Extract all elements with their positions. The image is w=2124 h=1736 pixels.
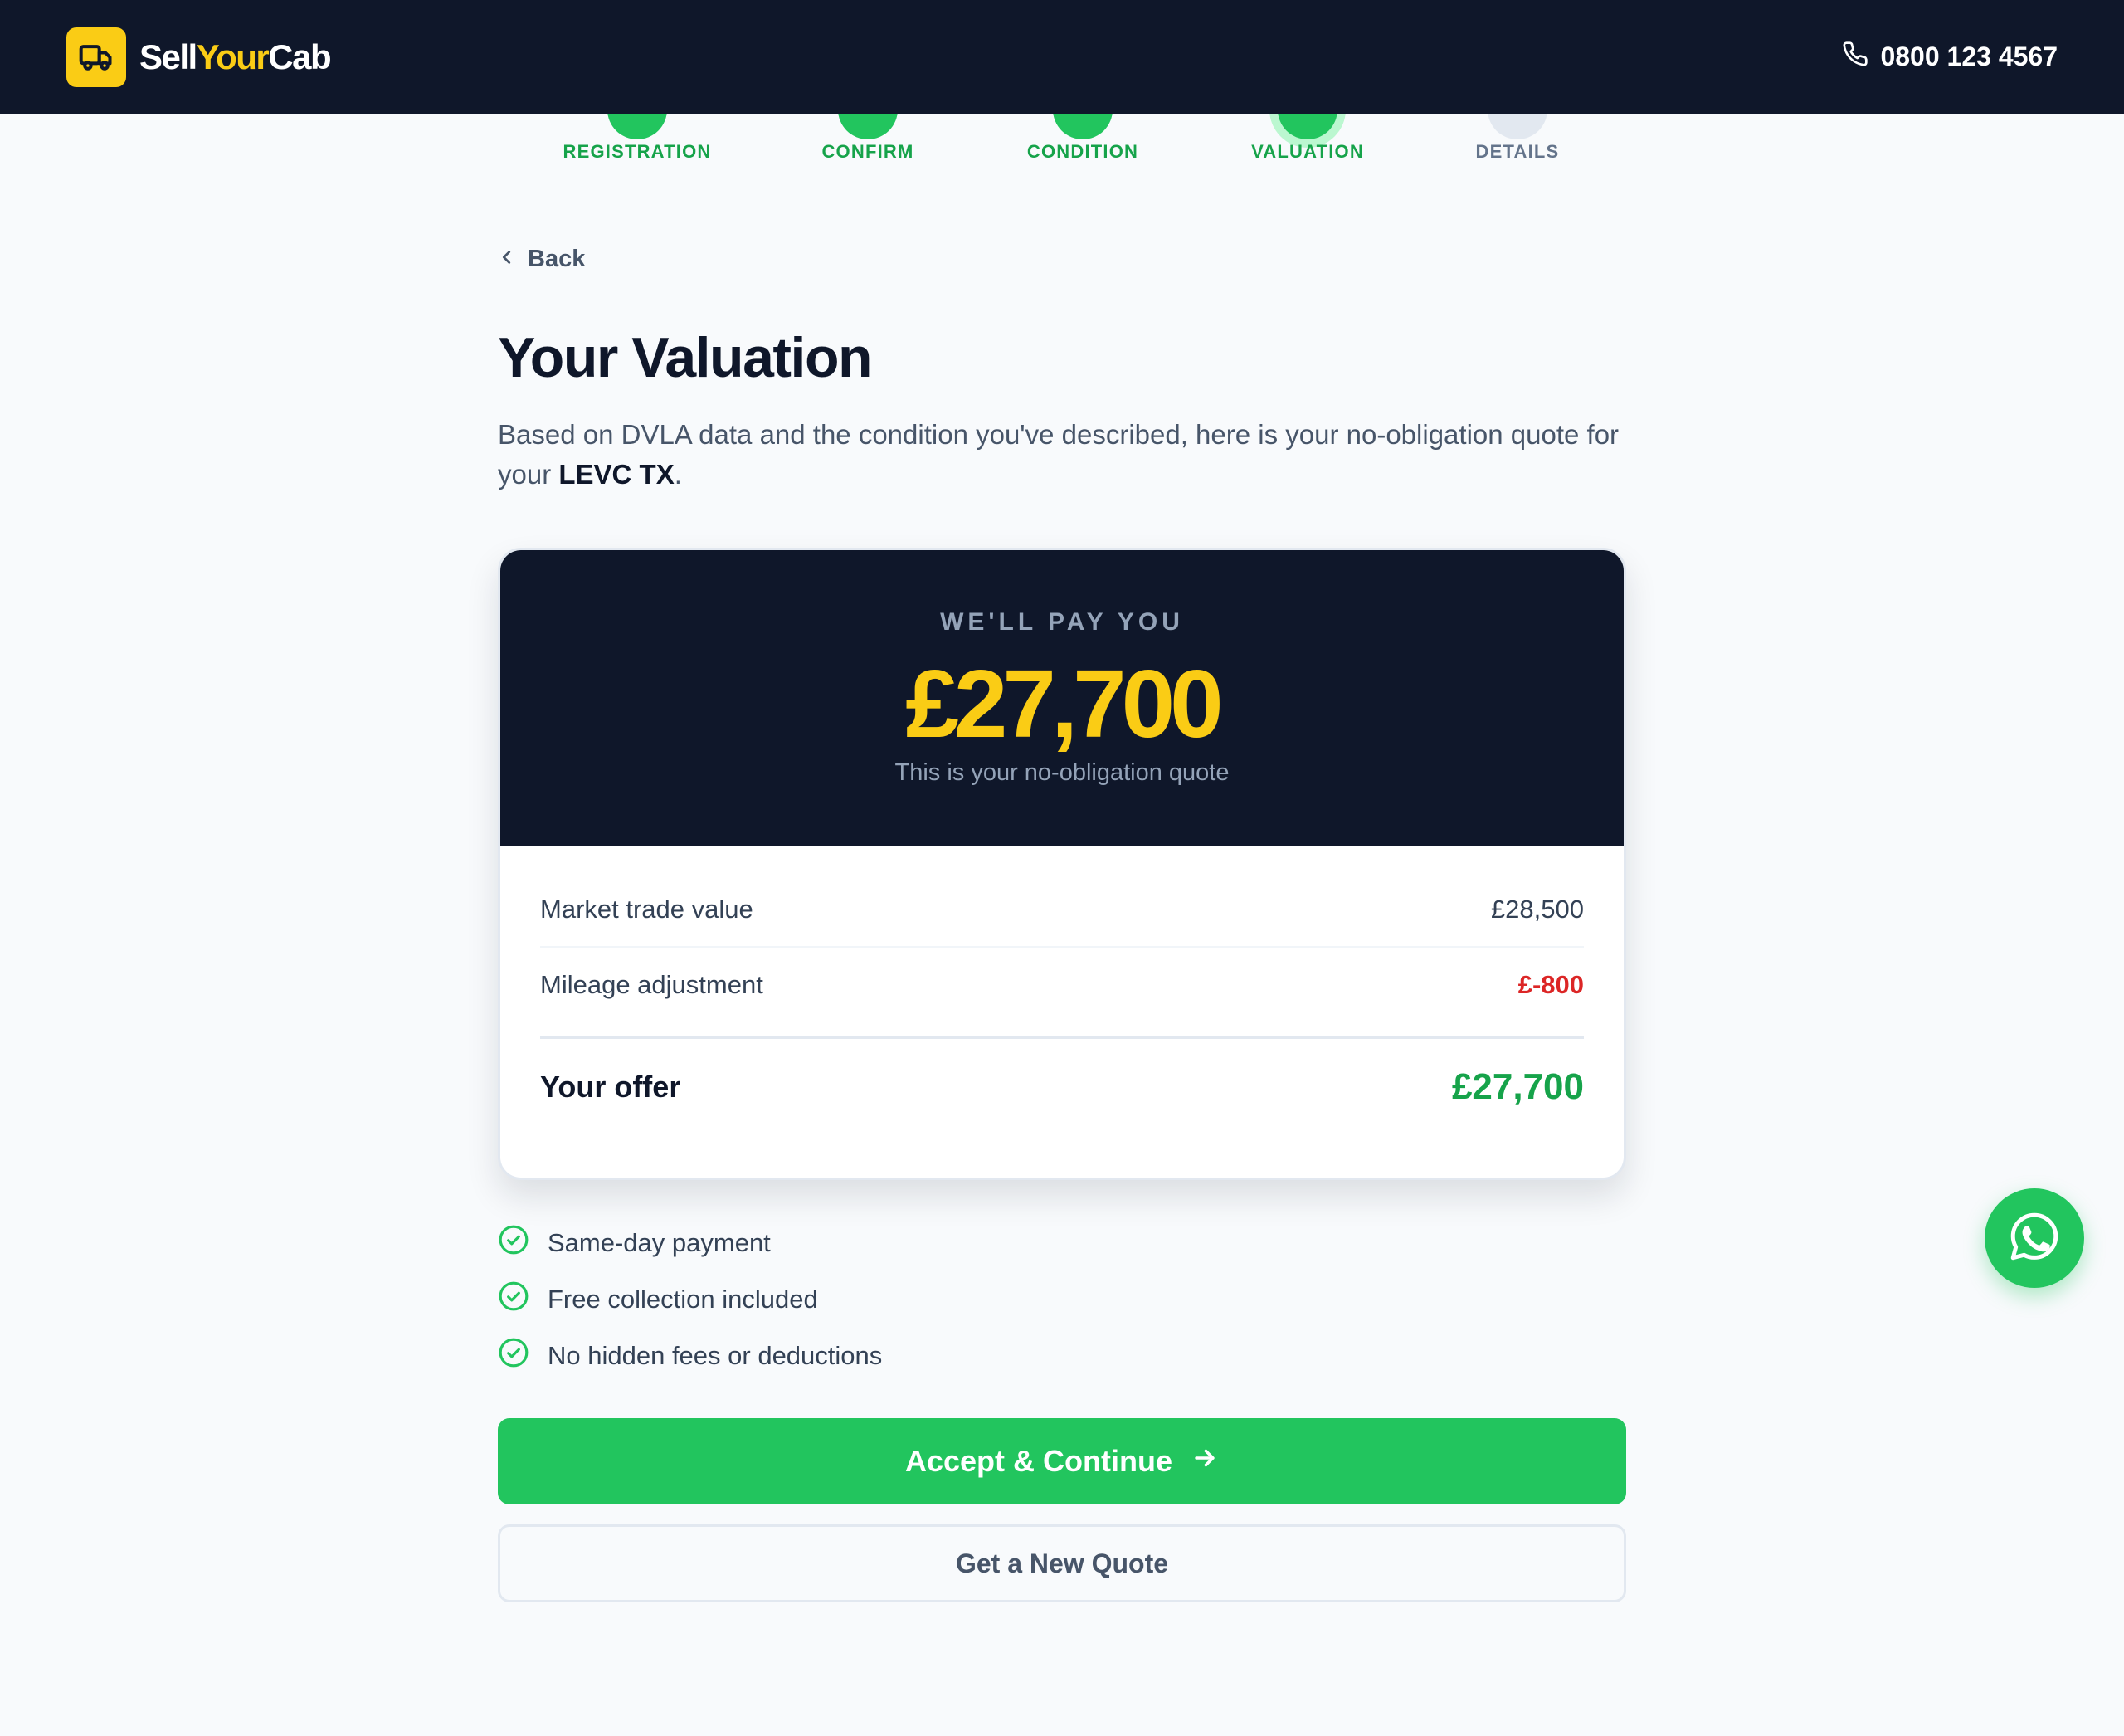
breakdown-row-total: Your offer £27,700 bbox=[540, 1050, 1584, 1124]
breakdown-value: £28,500 bbox=[1490, 895, 1584, 924]
brand-name: SellYourCab bbox=[139, 37, 332, 77]
breakdown-row-mileage: Mileage adjustment £-800 bbox=[540, 948, 1584, 1022]
breakdown-label: Mileage adjustment bbox=[540, 970, 763, 999]
step-label: DETAILS bbox=[1475, 141, 1560, 162]
phone-link[interactable]: 0800 123 4567 bbox=[1842, 41, 2058, 74]
breakdown-value-negative: £-800 bbox=[1517, 970, 1584, 999]
whatsapp-button[interactable] bbox=[1985, 1188, 2084, 1288]
offer-banner: WE'LL PAY YOU £27,700 This is your no-ob… bbox=[500, 550, 1624, 846]
step-label: CONFIRM bbox=[821, 141, 914, 162]
truck-icon bbox=[66, 27, 126, 87]
phone-icon bbox=[1842, 41, 1868, 74]
intro-end: . bbox=[674, 459, 682, 490]
benefit-label: No hidden fees or deductions bbox=[548, 1341, 883, 1370]
pay-label: WE'LL PAY YOU bbox=[940, 608, 1184, 636]
total-value: £27,700 bbox=[1451, 1066, 1584, 1107]
check-circle-icon bbox=[498, 1224, 529, 1262]
brand-name-cab: Cab bbox=[268, 37, 331, 76]
total-label: Your offer bbox=[540, 1070, 681, 1104]
step-label: CONDITION bbox=[1026, 141, 1139, 162]
new-quote-button[interactable]: Get a New Quote bbox=[498, 1524, 1626, 1602]
benefit-label: Free collection included bbox=[548, 1285, 818, 1314]
check-circle-icon bbox=[498, 1337, 529, 1375]
benefit-label: Same-day payment bbox=[548, 1228, 771, 1257]
new-quote-label: Get a New Quote bbox=[955, 1548, 1169, 1578]
intro-text: Based on DVLA data and the condition you… bbox=[498, 415, 1626, 495]
step-label: REGISTRATION bbox=[563, 141, 712, 162]
breakdown-row-market: Market trade value £28,500 bbox=[540, 873, 1584, 948]
offer-subtitle: This is your no-obligation quote bbox=[894, 759, 1230, 786]
breakdown-label: Market trade value bbox=[540, 895, 753, 924]
whatsapp-icon bbox=[2007, 1209, 2062, 1268]
page-title: Your Valuation bbox=[498, 326, 873, 389]
list-item: Free collection included bbox=[498, 1271, 882, 1328]
accept-continue-button[interactable]: Accept & Continue bbox=[498, 1418, 1626, 1504]
list-item: No hidden fees or deductions bbox=[498, 1328, 882, 1384]
offer-amount: £27,700 bbox=[905, 650, 1223, 758]
back-button[interactable]: Back bbox=[498, 246, 585, 273]
vehicle-name: LEVC TX bbox=[558, 459, 675, 490]
check-circle-icon bbox=[498, 1280, 529, 1319]
brand-logo-link[interactable]: SellYourCab bbox=[66, 27, 332, 87]
benefits-list: Same-day payment Free collection include… bbox=[498, 1215, 882, 1384]
valuation-card: WE'LL PAY YOU £27,700 This is your no-ob… bbox=[498, 548, 1626, 1180]
chevron-left-icon bbox=[498, 246, 516, 273]
back-label: Back bbox=[528, 246, 586, 272]
site-header: SellYourCab 0800 123 4567 bbox=[0, 0, 2124, 114]
accept-label: Accept & Continue bbox=[904, 1444, 1172, 1478]
list-item: Same-day payment bbox=[498, 1215, 882, 1271]
arrow-right-icon bbox=[1191, 1444, 1219, 1480]
brand-name-your: Your bbox=[196, 37, 270, 76]
brand-name-sell: Sell bbox=[139, 37, 197, 76]
phone-number: 0800 123 4567 bbox=[1880, 41, 2058, 71]
total-divider bbox=[540, 1036, 1584, 1039]
